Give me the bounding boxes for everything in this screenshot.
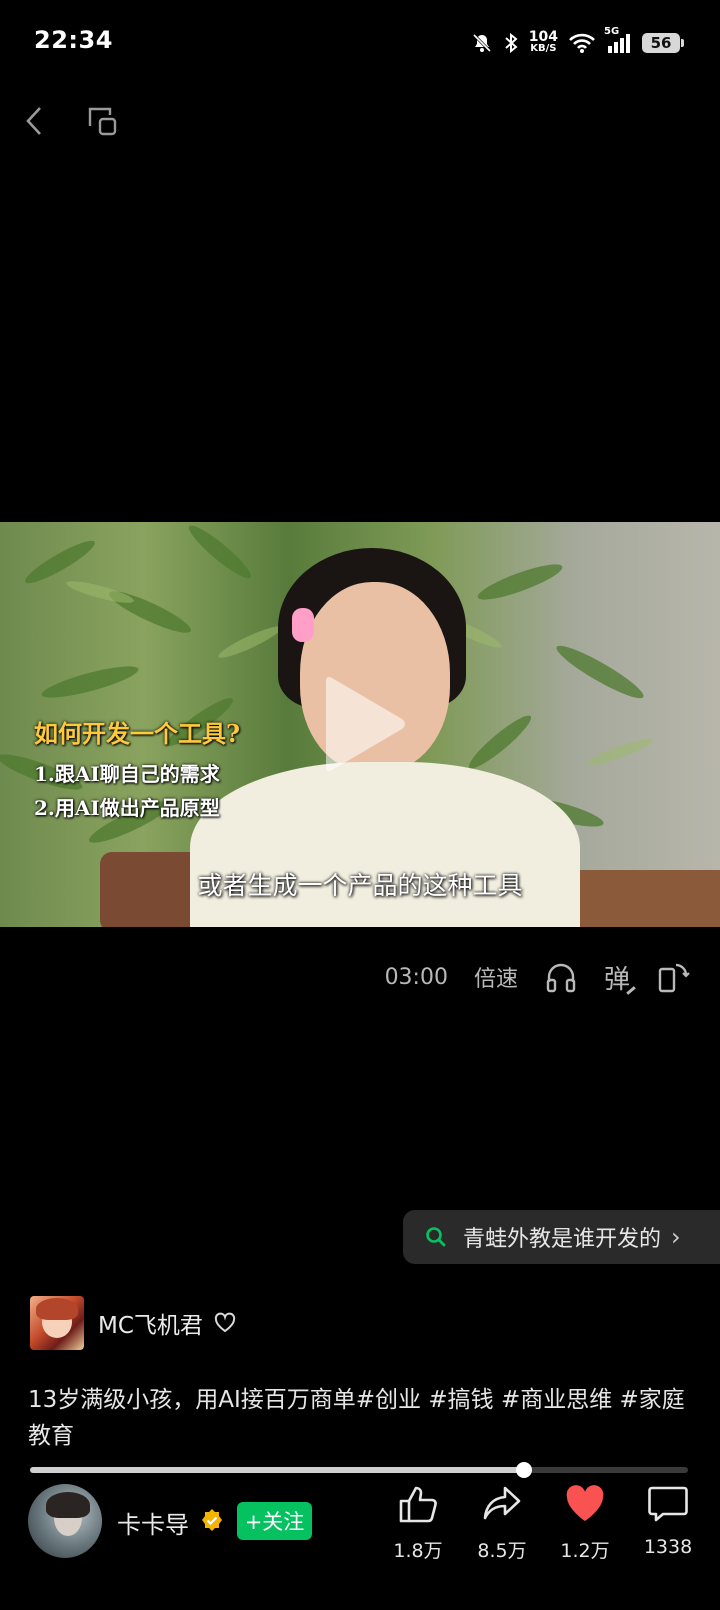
cell-signal-icon: 5G [604,26,632,54]
video-controls: 03:00 倍速 弹 [385,955,690,999]
play-icon [326,677,405,771]
video-progress-bar[interactable] [30,1462,688,1478]
favorite-button[interactable]: 1.2万 [545,1484,625,1563]
play-button[interactable] [318,675,408,773]
author-name[interactable]: 卡卡导 [117,1505,189,1540]
rotate-screen-icon [658,963,690,993]
video-hairpin [292,608,314,642]
channel-avatar[interactable] [30,1296,84,1350]
channel-follow-heart-button[interactable] [213,1311,237,1335]
headphones-icon [546,963,576,993]
follow-button[interactable]: +关注 [237,1502,312,1540]
battery-icon: 56 [642,33,684,53]
chevron-right-icon: › [671,1223,681,1251]
comment-bubble-icon [648,1486,688,1522]
rotate-screen-button[interactable] [656,960,690,994]
status-time: 22:34 [34,26,113,54]
video-player[interactable]: 如何开发一个工具? 1.跟AI聊自己的需求 2.用AI做出产品原型 或者生成一个… [0,522,720,927]
back-icon [26,107,41,135]
mute-bell-icon [471,32,493,54]
progress-fill [30,1467,524,1473]
playback-speed-button[interactable]: 倍速 [474,961,518,993]
back-button[interactable] [20,102,50,140]
share-count: 8.5万 [477,1540,527,1562]
video-overlay-title: 如何开发一个工具? [34,719,241,748]
share-arrow-icon [483,1486,521,1520]
danmu-toggle-button[interactable]: 弹 [604,959,630,996]
bluetooth-icon [503,32,519,54]
video-description: 13岁满级小孩，用AI接百万商单#创业 #搞钱 #商业思维 #家庭教育 [28,1387,685,1449]
verified-badge-icon [202,1509,222,1531]
mini-window-button[interactable] [86,104,120,138]
video-subtitle: 或者生成一个产品的这种工具 [197,871,523,900]
status-icons: 104 KB/S 5G 56 [471,26,684,60]
status-bar: 22:34 104 KB/S 5G 56 [0,0,720,86]
heart-filled-icon [566,1485,604,1521]
share-button[interactable]: 8.5万 [462,1484,542,1563]
video-overlay-line-2: 2.用AI做出产品原型 [34,796,220,820]
like-count: 1.8万 [393,1540,443,1562]
comment-count: 1338 [643,1536,693,1558]
like-button[interactable]: 1.8万 [378,1484,458,1563]
video-overlay-line-1: 1.跟AI聊自己的需求 [34,762,220,786]
heart-outline-icon [214,1312,236,1333]
mini-window-icon [88,107,117,136]
net-speed: 104 KB/S [528,29,558,54]
channel-row: MC飞机君 [30,1296,237,1350]
comment-button[interactable]: 1338 [628,1484,708,1558]
channel-name[interactable]: MC飞机君 [98,1306,203,1340]
progress-knob[interactable] [515,1462,532,1478]
author-avatar[interactable] [28,1484,102,1558]
related-search-text: 青蛙外教是谁开发的 [463,1227,662,1252]
listen-mode-button[interactable] [544,960,578,994]
thumbs-up-icon [399,1486,437,1523]
video-duration: 03:00 [384,964,448,990]
related-search-chip[interactable]: 青蛙外教是谁开发的 › [403,1210,720,1264]
wifi-icon [568,32,596,54]
search-icon [426,1227,446,1247]
favorite-count: 1.2万 [560,1540,610,1562]
video-person-shirt [190,762,580,927]
